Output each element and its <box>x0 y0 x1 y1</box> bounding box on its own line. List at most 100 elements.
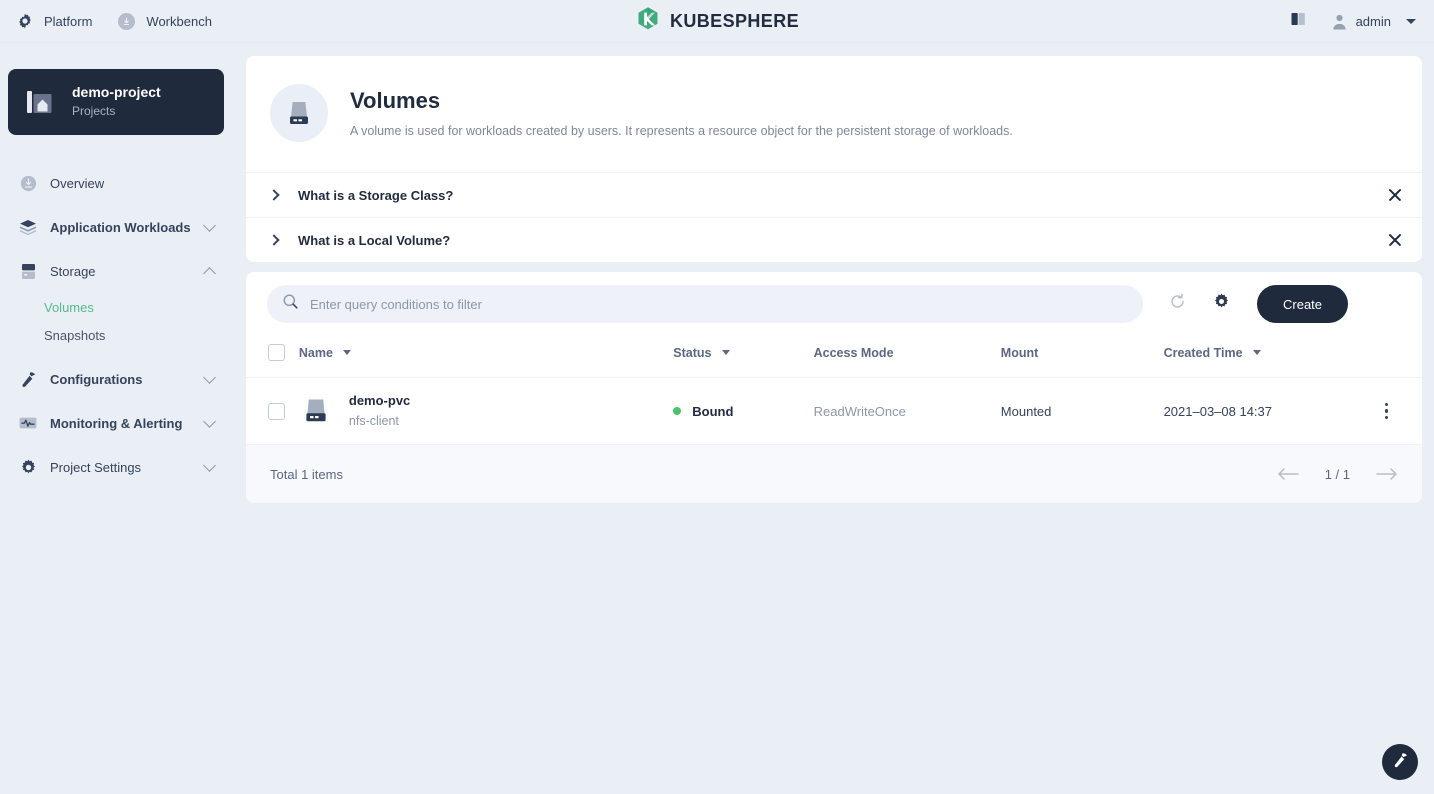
table-body: demo-pvc nfs-client Bound ReadWriteOnce <box>246 378 1422 445</box>
sidebar-item-monitoring-alerting[interactable]: Monitoring & Alerting <box>0 401 232 445</box>
docs-button[interactable] <box>1278 0 1319 43</box>
page-description: A volume is used for workloads created b… <box>350 123 1013 139</box>
column-header-status[interactable]: Status <box>673 336 813 378</box>
page-indicator: 1 / 1 <box>1325 467 1350 482</box>
column-label-created-time: Created Time <box>1164 346 1243 360</box>
sidebar-label-configurations: Configurations <box>50 372 205 387</box>
status-badge: Bound <box>692 404 733 419</box>
topnav-label-workbench: Workbench <box>146 14 212 29</box>
chevron-down-icon <box>203 459 216 472</box>
project-icon <box>24 85 58 119</box>
search-box[interactable] <box>267 285 1143 323</box>
chevron-down-icon <box>1406 19 1416 24</box>
sort-caret-icon[interactable] <box>722 350 730 355</box>
sidebar-label-volumes: Volumes <box>44 300 94 315</box>
chevron-down-icon <box>203 219 216 232</box>
chevron-right-icon <box>268 189 279 200</box>
sidebar-item-volumes[interactable]: Volumes <box>0 293 232 321</box>
table-header-row: Name Status Access Mode Mount Created <box>246 336 1422 378</box>
banner-storage-class[interactable]: What is a Storage Class? <box>246 172 1422 217</box>
column-label-mount: Mount <box>1001 346 1038 360</box>
project-card[interactable]: demo-project Projects <box>8 69 224 135</box>
project-subtitle: Projects <box>72 103 161 120</box>
column-header-actions <box>1351 336 1422 378</box>
page-title: Volumes <box>350 88 1013 114</box>
table-settings-button[interactable] <box>1199 284 1243 324</box>
row-storage-class: nfs-client <box>349 412 410 430</box>
row-name[interactable]: demo-pvc <box>349 392 410 410</box>
column-header-created-time[interactable]: Created Time <box>1164 336 1351 378</box>
row-mount: Mounted <box>1001 404 1052 419</box>
sidebar-item-configurations[interactable]: Configurations <box>0 357 232 401</box>
docs-book-icon <box>1291 12 1306 31</box>
arrow-right-icon[interactable] <box>1376 466 1398 482</box>
row-created-time-cell: 2021–03–08 14:37 <box>1164 378 1351 445</box>
toolbox-fab-button[interactable] <box>1382 744 1418 780</box>
row-name-cell: demo-pvc nfs-client <box>299 378 673 445</box>
gear-icon <box>1213 293 1230 315</box>
arrow-left-icon[interactable] <box>1277 466 1299 482</box>
sort-caret-icon[interactable] <box>1253 350 1261 355</box>
kubesphere-logo-icon <box>635 6 661 37</box>
sidebar-nav: Overview Application Workloads <box>0 161 232 489</box>
gear-icon <box>17 13 33 29</box>
settings-gear-icon <box>18 459 38 476</box>
user-menu[interactable]: admin <box>1319 0 1420 43</box>
row-access-mode-cell: ReadWriteOnce <box>814 378 1001 445</box>
banner-local-volume[interactable]: What is a Local Volume? <box>246 217 1422 262</box>
sidebar-item-overview[interactable]: Overview <box>0 161 232 205</box>
table-header: Name Status Access Mode Mount Created <box>246 336 1422 378</box>
table-footer: Total 1 items 1 / 1 <box>246 445 1422 503</box>
banner-title-storage-class: What is a Storage Class? <box>298 188 1384 203</box>
row-mount-cell: Mounted <box>1001 378 1164 445</box>
close-icon[interactable] <box>1384 229 1406 251</box>
select-all-checkbox[interactable] <box>268 344 285 361</box>
table-row[interactable]: demo-pvc nfs-client Bound ReadWriteOnce <box>246 378 1422 445</box>
user-name: admin <box>1356 14 1391 29</box>
top-nav: Platform Workbench <box>0 13 212 30</box>
row-checkbox[interactable] <box>268 403 285 420</box>
overview-icon <box>18 175 38 192</box>
column-header-access-mode: Access Mode <box>814 336 1001 378</box>
user-avatar-icon <box>1332 14 1347 30</box>
select-all-header <box>246 336 299 378</box>
table-toolbar: Create <box>246 272 1422 336</box>
close-icon[interactable] <box>1384 184 1406 206</box>
sidebar-item-project-settings[interactable]: Project Settings <box>0 445 232 489</box>
top-bar-right: admin <box>1278 0 1420 43</box>
sidebar-item-snapshots[interactable]: Snapshots <box>0 321 232 349</box>
sidebar-item-storage[interactable]: Storage <box>0 249 232 293</box>
total-items-text: Total 1 items <box>270 467 1277 482</box>
column-label-status: Status <box>673 346 711 360</box>
volume-icon <box>299 394 333 428</box>
page-header-panel: Volumes A volume is used for workloads c… <box>246 56 1422 262</box>
column-label-access-mode: Access Mode <box>814 346 894 360</box>
sidebar: demo-project Projects Overview <box>0 43 232 794</box>
sidebar-label-application-workloads: Application Workloads <box>50 220 205 235</box>
sidebar-item-application-workloads[interactable]: Application Workloads <box>0 205 232 249</box>
search-input[interactable] <box>310 297 1127 312</box>
banner-title-local-volume: What is a Local Volume? <box>298 233 1384 248</box>
volumes-table-panel: Create Name Status <box>246 272 1422 503</box>
brand-logo[interactable]: KUBESPHERE <box>635 6 799 37</box>
create-button[interactable]: Create <box>1257 285 1348 323</box>
topnav-item-workbench[interactable]: Workbench <box>118 13 212 30</box>
chevron-down-icon <box>203 415 216 428</box>
chevron-right-icon <box>268 234 279 245</box>
column-header-name[interactable]: Name <box>299 336 673 378</box>
workbench-icon <box>118 13 135 30</box>
sidebar-label-snapshots: Snapshots <box>44 328 105 343</box>
refresh-button[interactable] <box>1155 284 1199 324</box>
sidebar-label-storage: Storage <box>50 264 205 279</box>
kebab-menu-icon[interactable] <box>1351 403 1422 420</box>
row-access-mode: ReadWriteOnce <box>814 404 906 419</box>
sort-caret-icon[interactable] <box>343 350 351 355</box>
topnav-item-platform[interactable]: Platform <box>17 13 92 29</box>
status-dot-icon <box>673 407 681 415</box>
configurations-icon <box>18 371 38 388</box>
monitoring-icon <box>18 416 38 430</box>
brand-text: KUBESPHERE <box>670 11 799 32</box>
row-created-time: 2021–03–08 14:37 <box>1164 404 1272 419</box>
sidebar-label-monitoring-alerting: Monitoring & Alerting <box>50 416 205 431</box>
pagination: 1 / 1 <box>1277 466 1398 482</box>
